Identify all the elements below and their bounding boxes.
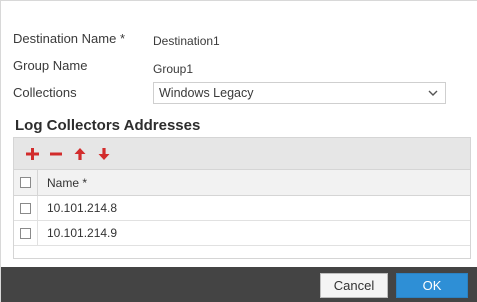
row-checkbox-cell (14, 221, 38, 245)
cancel-button[interactable]: Cancel (320, 273, 388, 298)
column-header-name[interactable]: Name * (38, 176, 87, 190)
destination-name-label: Destination Name * (13, 31, 125, 46)
select-all-checkbox[interactable] (20, 177, 31, 188)
row-checkbox-cell (14, 196, 38, 220)
ok-button[interactable]: OK (396, 273, 468, 298)
move-down-button[interactable] (94, 144, 114, 164)
grid-toolbar (14, 138, 470, 170)
grid-header-row: Name * (14, 170, 470, 196)
collections-label: Collections (13, 85, 77, 100)
chevron-down-icon (428, 90, 438, 96)
dialog-footer: Cancel OK (1, 267, 477, 302)
destination-dialog: Destination Name * Destination1 Group Na… (0, 0, 477, 302)
minus-icon (50, 152, 62, 155)
log-collectors-grid: Name * 10.101.214.8 10.101.214.9 (13, 137, 471, 259)
remove-button[interactable] (46, 144, 66, 164)
destination-name-value[interactable]: Destination1 (153, 34, 220, 48)
row-checkbox[interactable] (20, 202, 31, 214)
select-all-cell (14, 170, 38, 195)
add-button[interactable] (22, 144, 42, 164)
group-name-label: Group Name (13, 58, 88, 73)
arrow-up-icon (74, 147, 86, 160)
arrow-down-icon (98, 147, 110, 160)
group-name-value[interactable]: Group1 (153, 62, 193, 76)
table-row[interactable]: 10.101.214.8 (14, 196, 470, 221)
collections-selected-value: Windows Legacy (159, 86, 254, 100)
table-row[interactable]: 10.101.214.9 (14, 221, 470, 246)
move-up-button[interactable] (70, 144, 90, 164)
collections-select[interactable]: Windows Legacy (153, 82, 446, 104)
collector-address: 10.101.214.8 (47, 201, 118, 215)
plus-icon (26, 147, 39, 160)
row-checkbox[interactable] (20, 227, 31, 239)
log-collectors-title: Log Collectors Addresses (15, 117, 201, 134)
collector-address: 10.101.214.9 (47, 226, 118, 240)
